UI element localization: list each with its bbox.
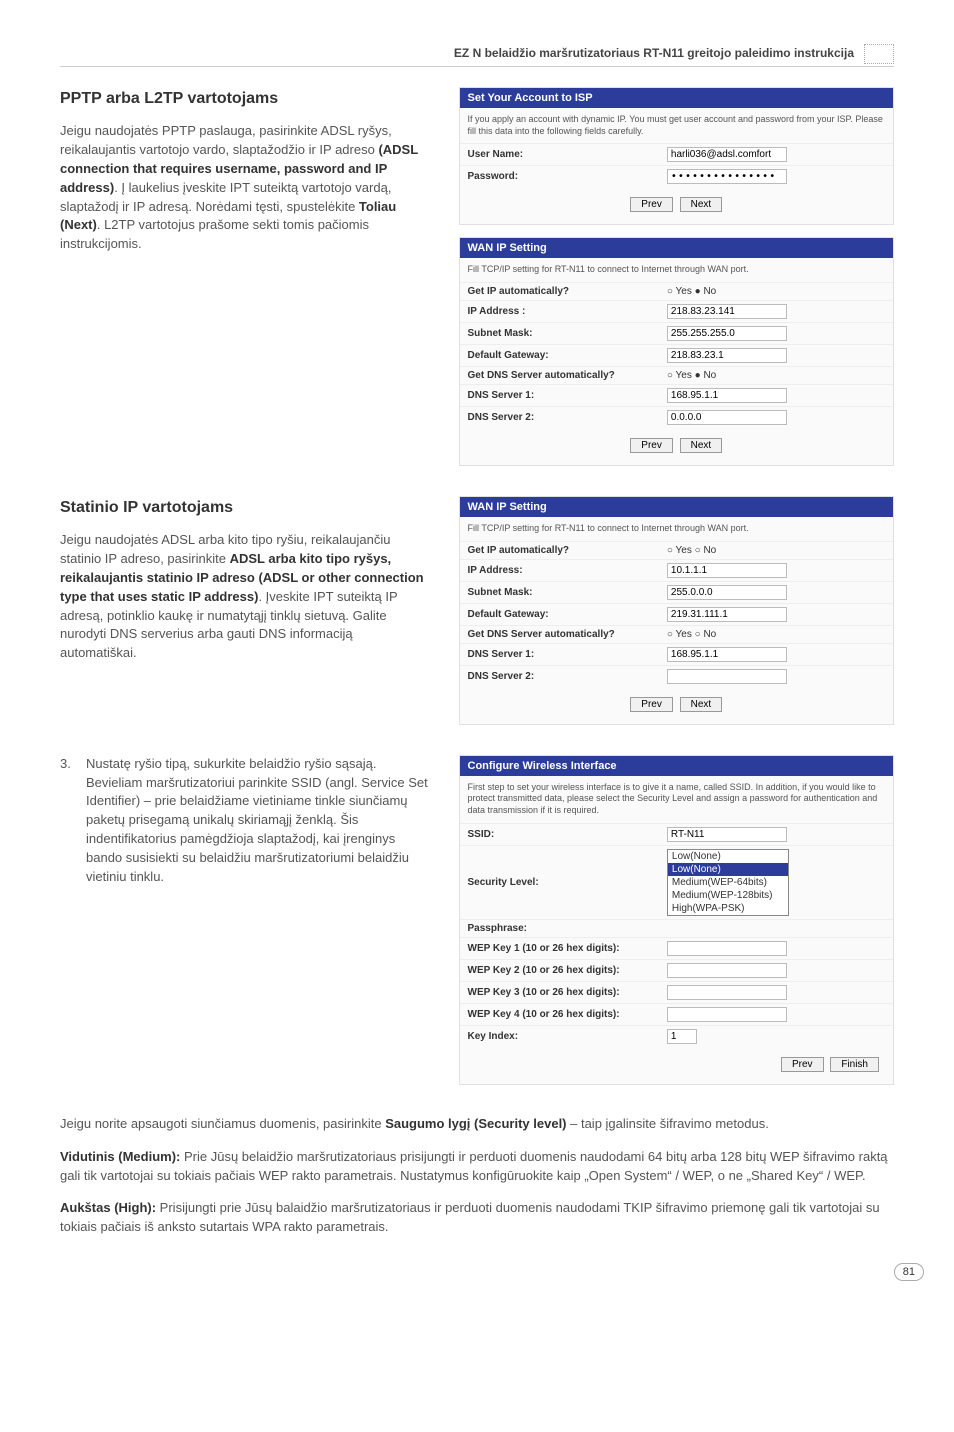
sec-opt-low[interactable]: Low(None) (668, 850, 788, 863)
wireless-ssid-label: SSID: (460, 823, 659, 845)
wan1-ip-input[interactable] (667, 304, 787, 319)
panel-wan1-desc: Fill TCP/IP setting for RT-N11 to connec… (460, 258, 894, 282)
header-title: EZ N belaidžio maršrutizatoriaus RT-N11 … (454, 46, 854, 60)
sec-opt-med128[interactable]: Medium(WEP-128bits) (668, 889, 788, 902)
account-prev-button[interactable]: Prev (630, 197, 673, 212)
panel-wan2: WAN IP Setting Fill TCP/IP setting for R… (459, 496, 895, 725)
wan1-dns2-label: DNS Server 2: (460, 407, 659, 429)
wireless-wep2-input[interactable] (667, 963, 787, 978)
page-number: 81 (894, 1263, 924, 1281)
wireless-wep2-label: WEP Key 2 (10 or 26 hex digits): (460, 959, 659, 981)
wan2-ip-label: IP Address: (460, 559, 659, 581)
static-heading: Statinio IP vartotojams (60, 496, 429, 519)
wireless-wep1-label: WEP Key 1 (10 or 26 hex digits): (460, 937, 659, 959)
wan2-getdns-radio[interactable]: ○ Yes ○ No (659, 625, 893, 643)
wireless-sec-label: Security Level: (460, 845, 659, 919)
panel-wan2-desc: Fill TCP/IP setting for RT-N11 to connec… (460, 517, 894, 541)
lower-p1: Jeigu norite apsaugoti siunčiamus duomen… (60, 1115, 894, 1134)
wan2-prev-button[interactable]: Prev (630, 697, 673, 712)
wan2-getip-radio[interactable]: ○ Yes ○ No (659, 541, 893, 559)
wan2-dns2-label: DNS Server 2: (460, 665, 659, 687)
wan1-next-button[interactable]: Next (680, 438, 723, 453)
panel-set-account: Set Your Account to ISP If you apply an … (459, 87, 895, 225)
panel-wan2-title: WAN IP Setting (460, 497, 894, 517)
lower-p2: Vidutinis (Medium): Prie Jūsų belaidžio … (60, 1148, 894, 1186)
panel-set-account-desc: If you apply an account with dynamic IP.… (460, 108, 894, 143)
wan2-gw-label: Default Gateway: (460, 603, 659, 625)
sec-opt-high[interactable]: High(WPA-PSK) (668, 902, 788, 915)
wan2-dns1-input[interactable] (667, 647, 787, 662)
wireless-wep4-input[interactable] (667, 1007, 787, 1022)
panel-set-account-title: Set Your Account to ISP (460, 88, 894, 108)
wan1-getip-radio[interactable]: ○ Yes ● No (659, 283, 893, 301)
wireless-keyidx-input[interactable] (667, 1029, 697, 1044)
wireless-keyidx-label: Key Index: (460, 1025, 659, 1047)
lower-text: Jeigu norite apsaugoti siunčiamus duomen… (60, 1115, 894, 1237)
pptp-body: Jeigu naudojatės PPTP paslauga, pasirink… (60, 122, 429, 254)
wan1-prev-button[interactable]: Prev (630, 438, 673, 453)
wan1-dns1-label: DNS Server 1: (460, 385, 659, 407)
wan2-next-button[interactable]: Next (680, 697, 723, 712)
wireless-wep4-label: WEP Key 4 (10 or 26 hex digits): (460, 1003, 659, 1025)
account-user-label: User Name: (460, 144, 659, 166)
wan1-gw-label: Default Gateway: (460, 345, 659, 367)
static-body: Jeigu naudojatės ADSL arba kito tipo ryš… (60, 531, 429, 663)
sec-opt-med64[interactable]: Medium(WEP-64bits) (668, 876, 788, 889)
wan2-mask-input[interactable] (667, 585, 787, 600)
router-icon (864, 44, 894, 64)
wan1-getdns-label: Get DNS Server automatically? (460, 367, 659, 385)
account-user-input[interactable] (667, 147, 787, 162)
wan1-mask-input[interactable] (667, 326, 787, 341)
wan2-dns2-input[interactable] (667, 669, 787, 684)
list-item-3: 3. Nustatę ryšio tipą, sukurkite belaidž… (60, 755, 429, 887)
wan1-getip-label: Get IP automatically? (460, 283, 659, 301)
wan1-ip-label: IP Address : (460, 301, 659, 323)
page-header: EZ N belaidžio maršrutizatoriaus RT-N11 … (60, 30, 894, 67)
wan2-dns1-label: DNS Server 1: (460, 643, 659, 665)
panel-wireless: Configure Wireless Interface First step … (459, 755, 895, 1085)
wan2-mask-label: Subnet Mask: (460, 581, 659, 603)
wan1-gw-input[interactable] (667, 348, 787, 363)
account-next-button[interactable]: Next (680, 197, 723, 212)
wireless-wep3-label: WEP Key 3 (10 or 26 hex digits): (460, 981, 659, 1003)
wan1-dns1-input[interactable] (667, 388, 787, 403)
wireless-prev-button[interactable]: Prev (781, 1057, 824, 1072)
wireless-wep3-input[interactable] (667, 985, 787, 1000)
lower-p3: Aukštas (High): Prisijungti prie Jūsų ba… (60, 1199, 894, 1237)
wireless-finish-button[interactable]: Finish (830, 1057, 879, 1072)
wan2-ip-input[interactable] (667, 563, 787, 578)
wan2-getip-label: Get IP automatically? (460, 541, 659, 559)
list-number: 3. (60, 755, 86, 887)
sec-opt-low-selected[interactable]: Low(None) (668, 863, 788, 876)
wan2-gw-input[interactable] (667, 607, 787, 622)
wireless-pass-label: Passphrase: (460, 919, 659, 937)
wireless-ssid-input[interactable] (667, 827, 787, 842)
account-pass-label: Password: (460, 166, 659, 188)
wan1-dns2-input[interactable] (667, 410, 787, 425)
list-body: Nustatę ryšio tipą, sukurkite belaidžio … (86, 755, 429, 887)
panel-wireless-title: Configure Wireless Interface (460, 756, 894, 776)
panel-wireless-desc: First step to set your wireless interfac… (460, 776, 894, 823)
wireless-wep1-input[interactable] (667, 941, 787, 956)
panel-wan1: WAN IP Setting Fill TCP/IP setting for R… (459, 237, 895, 466)
wireless-sec-select[interactable]: Low(None) Low(None) Medium(WEP-64bits) M… (667, 849, 789, 916)
pptp-heading: PPTP arba L2TP vartotojams (60, 87, 429, 110)
wan2-getdns-label: Get DNS Server automatically? (460, 625, 659, 643)
panel-wan1-title: WAN IP Setting (460, 238, 894, 258)
account-pass-input[interactable] (667, 169, 787, 184)
wan1-mask-label: Subnet Mask: (460, 323, 659, 345)
wan1-getdns-radio[interactable]: ○ Yes ● No (659, 367, 893, 385)
